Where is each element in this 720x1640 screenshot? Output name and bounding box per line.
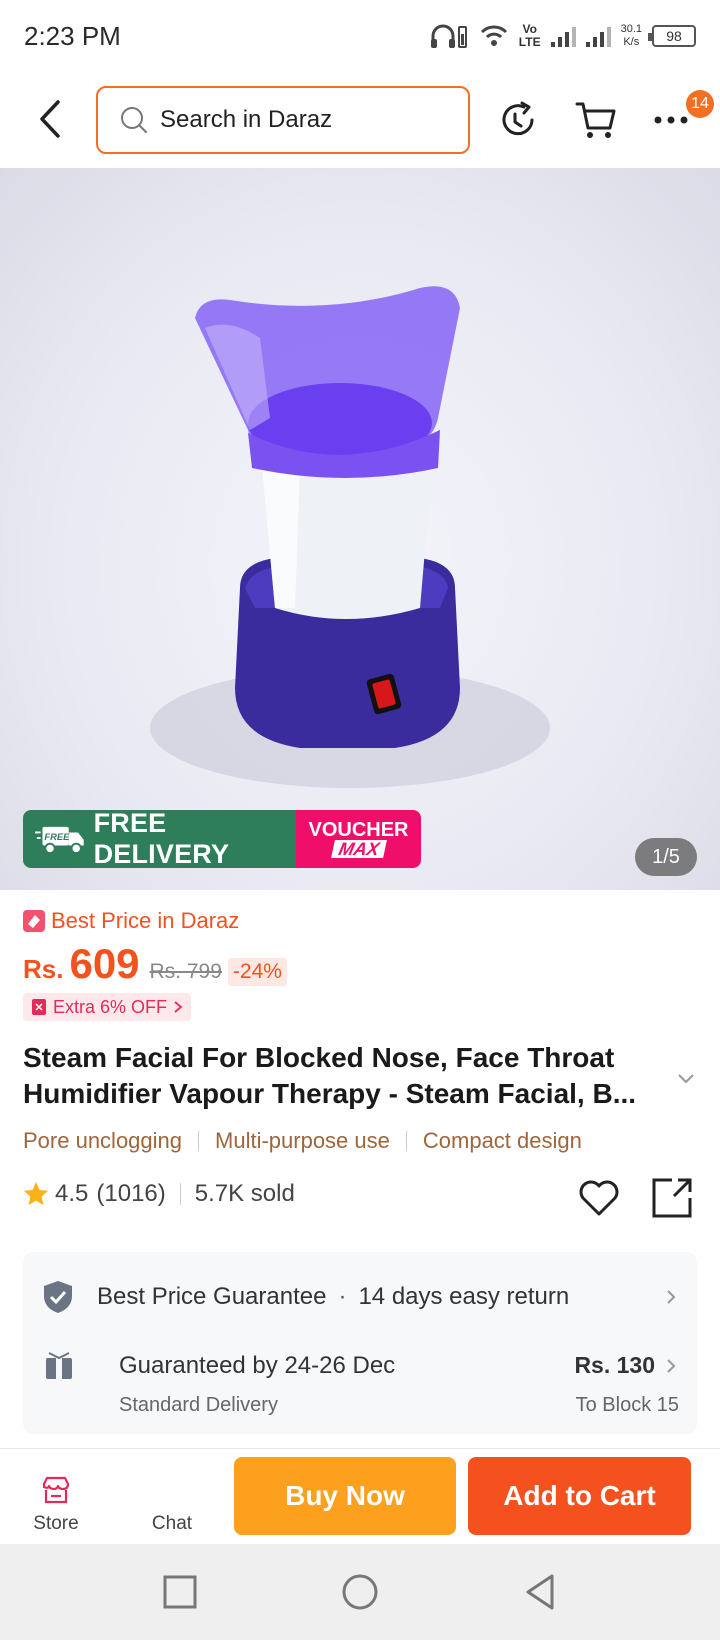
wifi-icon [480, 25, 507, 46]
signal-2-icon [585, 25, 611, 47]
rating-row[interactable]: 4.5 (1016) 5.7K sold [23, 1180, 295, 1208]
returns-text: 14 days easy return [358, 1283, 570, 1310]
chevron-right-icon [667, 1359, 676, 1373]
product-title-line-2: Humidifier Vapour Therapy - Steam Facial… [23, 1078, 637, 1109]
price-row: Rs. 609 Rs. 799 -24% [23, 940, 287, 988]
network-speed: 30.1 K/s [620, 23, 642, 48]
buy-now-button[interactable]: Buy Now [234, 1457, 456, 1535]
feature-tag: Pore unclogging [23, 1128, 183, 1153]
heart-icon[interactable] [577, 1176, 621, 1220]
discount-badge: -24% [227, 958, 287, 986]
share-icon[interactable] [650, 1176, 694, 1220]
chat-label: Chat [151, 1513, 193, 1534]
delivery-row[interactable]: Guaranteed by 24-26 Dec Standard Deliver… [43, 1346, 679, 1422]
best-price-label: Best Price in Daraz [23, 908, 239, 934]
home-icon[interactable] [338, 1570, 382, 1614]
divider [198, 1131, 200, 1151]
star-icon [24, 1182, 48, 1205]
chevron-left-icon [40, 100, 60, 138]
delivery-truck-icon: FREE [35, 826, 84, 854]
search-icon [121, 107, 147, 133]
shield-check-icon [44, 1281, 72, 1313]
image-counter: 1/5 [635, 838, 697, 876]
chevron-right-icon [174, 1001, 183, 1013]
delivery-location: To Block 15 [575, 1394, 679, 1416]
signal-1-icon [550, 25, 576, 47]
svg-text:FREE: FREE [44, 832, 70, 842]
voucher-icon [32, 999, 46, 1015]
add-to-cart-button[interactable]: Add to Cart [468, 1457, 691, 1535]
current-price: 609 [69, 940, 140, 987]
cart-button[interactable] [574, 98, 618, 142]
search-placeholder: Search in Daraz [160, 106, 333, 133]
guarantee-text: Best Price Guarantee [97, 1283, 327, 1310]
price-tag-icon [23, 910, 45, 932]
rating-value: 4.5 [55, 1180, 89, 1207]
chevron-right-icon [667, 1290, 676, 1304]
cart-icon [575, 102, 616, 138]
divider [405, 1131, 407, 1151]
delivery-type: Standard Delivery [119, 1394, 278, 1416]
more-icon [654, 116, 688, 124]
back-button[interactable] [28, 94, 72, 144]
delivery-box-icon [46, 1352, 72, 1379]
network-type: Vo LTE [518, 22, 541, 49]
status-time: 2:23 PM [24, 20, 121, 51]
price-currency: Rs. [23, 954, 64, 984]
promo-banner: FREE FREE DELIVERY VOUCHER MAX [23, 810, 421, 868]
system-navigation-bar [0, 1544, 720, 1640]
recent-apps-icon[interactable] [158, 1570, 202, 1614]
divider [179, 1183, 181, 1205]
product-title[interactable]: Steam Facial For Blocked Nose, Face Thro… [23, 1040, 663, 1112]
product-photo [150, 286, 550, 788]
status-bar: 2:23 PM Vo LTE 30.1 K/s 98 [0, 0, 720, 72]
chevron-down-icon[interactable] [674, 1066, 698, 1090]
extra-off-voucher[interactable]: Extra 6% OFF [23, 993, 192, 1021]
delivery-price: Rs. 130 [574, 1352, 655, 1378]
menu-badge: 14 [686, 90, 714, 118]
voucher-max-label: VOUCHER MAX [296, 810, 421, 868]
review-count: (1016) [96, 1180, 166, 1207]
chat-button[interactable]: Chat [126, 1449, 218, 1545]
feature-tag: Multi-purpose use [215, 1128, 390, 1153]
store-label: Store [33, 1513, 79, 1534]
top-header: Search in Daraz 14 [0, 72, 720, 168]
feature-tags: Pore unclogging Multi-purpose use Compac… [23, 1128, 582, 1154]
history-icon [502, 101, 534, 136]
guarantee-row[interactable]: Best Price Guarantee · 14 days easy retu… [43, 1272, 679, 1322]
store-button[interactable]: Store [10, 1449, 102, 1545]
feature-tag: Compact design [422, 1128, 582, 1153]
bottom-action-bar: Store Chat Buy Now Add to Cart [0, 1448, 720, 1544]
status-icons: Vo LTE 30.1 K/s 98 [429, 22, 696, 50]
sold-count: 5.7K sold [194, 1180, 295, 1207]
extra-off-text: Extra 6% OFF [53, 996, 168, 1017]
store-icon [42, 1476, 70, 1504]
headphones-battery-icon [430, 24, 467, 48]
delivery-title: Guaranteed by 24-26 Dec [119, 1352, 396, 1379]
back-nav-icon[interactable] [518, 1570, 562, 1614]
search-input[interactable]: Search in Daraz [96, 86, 470, 154]
history-button[interactable] [496, 98, 540, 142]
free-delivery-label: FREE FREE DELIVERY [23, 810, 296, 868]
separator-dot: · [338, 1283, 347, 1310]
service-card: Best Price Guarantee · 14 days easy retu… [23, 1252, 697, 1434]
original-price: Rs. 799 [149, 960, 222, 983]
product-image-carousel[interactable]: FREE FREE DELIVERY VOUCHER MAX 1/5 [0, 168, 720, 890]
battery-icon: 98 [648, 25, 696, 47]
product-title-line-1: Steam Facial For Blocked Nose, Face Thro… [23, 1042, 615, 1073]
